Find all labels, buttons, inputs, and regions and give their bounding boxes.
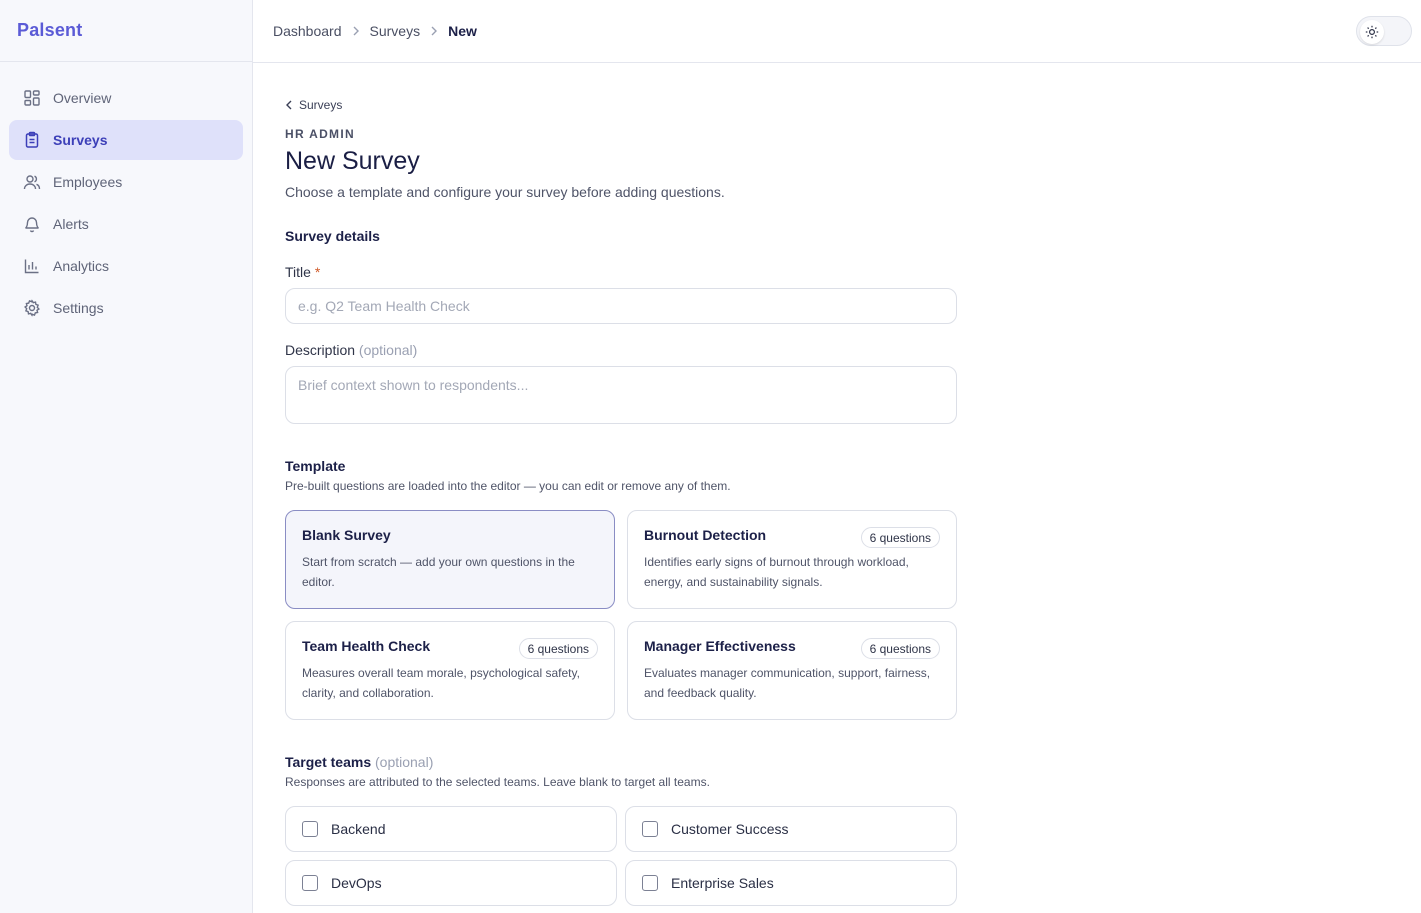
sidebar-item-overview[interactable]: Overview <box>9 78 243 118</box>
chevron-left-icon <box>286 100 292 110</box>
target-teams-heading: Target teams (optional) <box>285 754 433 770</box>
team-checkbox[interactable] <box>642 875 658 891</box>
sidebar-nav: Overview Surveys Employees Alerts Analyt… <box>0 62 252 328</box>
chevron-right-icon <box>352 26 360 36</box>
sidebar-item-label: Surveys <box>53 132 108 148</box>
team-option-backend[interactable]: Backend <box>285 806 617 852</box>
question-count-badge: 6 questions <box>518 638 598 659</box>
sidebar-item-label: Overview <box>53 90 112 106</box>
page-eyebrow: HR ADMIN <box>285 127 355 141</box>
back-link-label: Surveys <box>299 98 343 112</box>
breadcrumb-dashboard[interactable]: Dashboard <box>273 23 342 39</box>
optional-marker: (optional) <box>375 754 434 770</box>
template-note: Pre-built questions are loaded into the … <box>285 479 731 493</box>
template-card-team-health-check[interactable]: Team Health Check 6 questions Measures o… <box>285 621 615 720</box>
gear-icon <box>23 299 41 317</box>
team-option-enterprise-sales[interactable]: Enterprise Sales <box>625 860 957 906</box>
sidebar-item-label: Employees <box>53 174 123 190</box>
users-icon <box>23 173 41 191</box>
template-card-description: Measures overall team morale, psychologi… <box>302 666 580 700</box>
template-card-description: Identifies early signs of burnout throug… <box>644 555 909 589</box>
sun-icon <box>1360 20 1384 44</box>
page-title: New Survey <box>285 147 420 175</box>
page-subtitle: Choose a template and configure your sur… <box>285 184 725 200</box>
template-card-burnout-detection[interactable]: Burnout Detection 6 questions Identifies… <box>627 510 957 609</box>
template-card-description: Evaluates manager communication, support… <box>644 666 931 700</box>
title-label-text: Title <box>285 264 311 280</box>
sidebar-item-settings[interactable]: Settings <box>9 288 243 328</box>
chevron-right-icon <box>430 26 438 36</box>
team-option-devops[interactable]: DevOps <box>285 860 617 906</box>
template-card-title: Blank Survey <box>302 527 391 543</box>
breadcrumb-current: New <box>448 23 477 39</box>
team-label: Customer Success <box>671 821 789 837</box>
layout-grid-icon <box>23 89 41 107</box>
team-label: Backend <box>331 821 386 837</box>
team-checkbox[interactable] <box>302 821 318 837</box>
question-count-badge: 6 questions <box>860 527 940 548</box>
template-card-description: Start from scratch — add your own questi… <box>302 555 575 589</box>
back-to-surveys-link[interactable]: Surveys <box>285 98 342 112</box>
optional-marker: (optional) <box>358 342 418 358</box>
bell-icon <box>23 215 41 233</box>
description-input[interactable] <box>285 366 957 424</box>
team-option-customer-success[interactable]: Customer Success <box>625 806 957 852</box>
sidebar-item-surveys[interactable]: Surveys <box>9 120 243 160</box>
team-checkbox[interactable] <box>642 821 658 837</box>
sidebar-item-analytics[interactable]: Analytics <box>9 246 243 286</box>
breadcrumb-surveys[interactable]: Surveys <box>370 23 421 39</box>
sidebar-item-label: Alerts <box>53 216 89 232</box>
brand-logo-text[interactable]: Palsent <box>17 20 82 41</box>
team-checkbox[interactable] <box>302 875 318 891</box>
sidebar-item-alerts[interactable]: Alerts <box>9 204 243 244</box>
required-marker: * <box>314 264 321 280</box>
clipboard-icon <box>23 131 41 149</box>
template-card-manager-effectiveness[interactable]: Manager Effectiveness 6 questions Evalua… <box>627 621 957 720</box>
template-heading: Template <box>285 458 346 474</box>
title-field-label: Title * <box>285 264 320 280</box>
bar-chart-icon <box>23 257 41 275</box>
sidebar-item-label: Analytics <box>53 258 110 274</box>
top-bar: Dashboard Surveys New <box>253 0 1421 63</box>
target-teams-heading-text: Target teams <box>285 754 372 770</box>
team-label: Enterprise Sales <box>671 875 774 891</box>
title-input[interactable] <box>285 288 957 324</box>
theme-toggle[interactable] <box>1356 16 1412 46</box>
sidebar-item-label: Settings <box>53 300 104 316</box>
template-card-blank-survey[interactable]: Blank Survey Start from scratch — add yo… <box>285 510 615 609</box>
target-teams-note: Responses are attributed to the selected… <box>285 775 710 789</box>
sidebar: Palsent Overview Surveys Employees Alert… <box>0 0 253 913</box>
description-label-text: Description <box>285 342 356 358</box>
team-label: DevOps <box>331 875 382 891</box>
brand-header: Palsent <box>0 0 252 62</box>
survey-details-heading: Survey details <box>285 228 380 244</box>
question-count-badge: 6 questions <box>860 638 940 659</box>
description-field-label: Description (optional) <box>285 342 417 358</box>
sidebar-item-employees[interactable]: Employees <box>9 162 243 202</box>
